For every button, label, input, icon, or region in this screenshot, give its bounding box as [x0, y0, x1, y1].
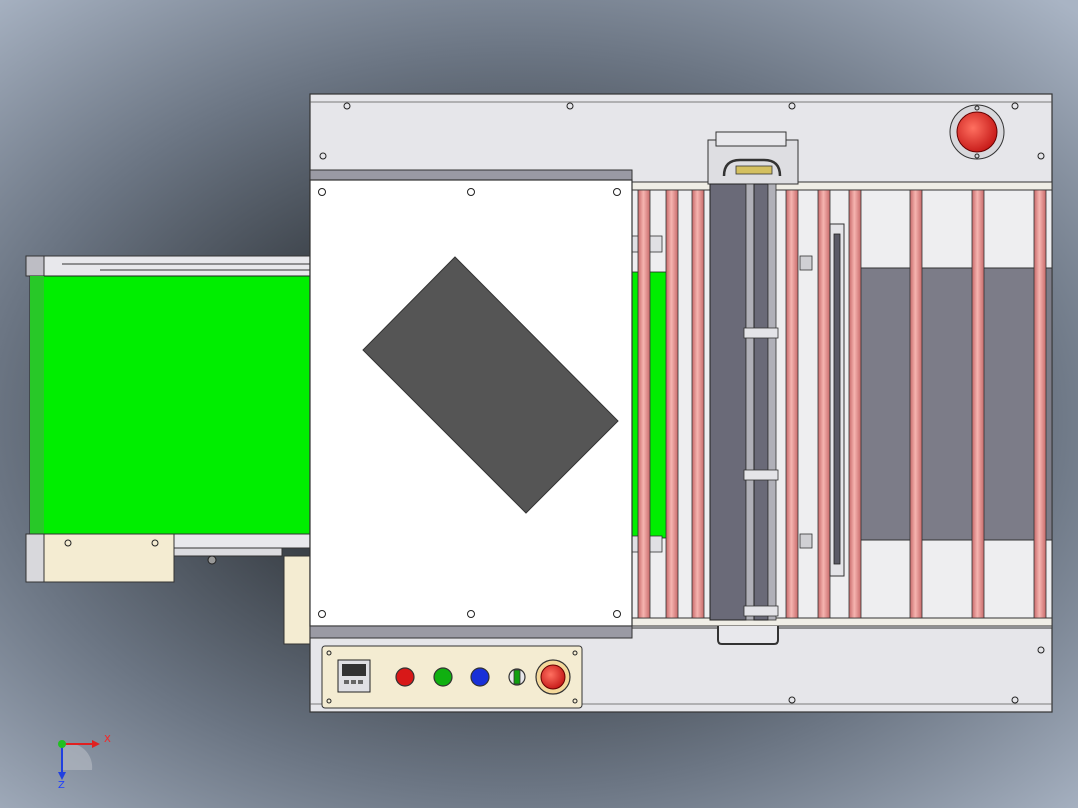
roller — [785, 189, 799, 619]
roller — [1033, 189, 1047, 619]
infeed-conveyor — [25, 255, 317, 645]
selector-switch-icon[interactable] — [508, 668, 526, 686]
control-panel — [321, 645, 583, 709]
axis-triad: X Z — [50, 730, 120, 800]
roller — [665, 189, 679, 619]
roller — [848, 189, 862, 619]
top-cover — [309, 169, 633, 639]
roller — [909, 189, 923, 619]
green-button[interactable] — [433, 667, 453, 687]
green-belt — [29, 275, 317, 535]
roller — [691, 189, 705, 619]
roller — [817, 189, 831, 619]
display-icon — [337, 659, 371, 693]
roller — [637, 189, 651, 619]
blue-button[interactable] — [470, 667, 490, 687]
roller — [971, 189, 985, 619]
emergency-stop-icon[interactable] — [535, 659, 571, 695]
red-button[interactable] — [395, 667, 415, 687]
x-axis-label: X — [104, 734, 111, 745]
conveyor-drawing — [25, 93, 1053, 713]
top-estop-icon[interactable] — [949, 104, 1005, 160]
dark-slot — [854, 267, 1053, 541]
z-axis-label: Z — [58, 780, 65, 791]
motor-box — [43, 533, 175, 583]
